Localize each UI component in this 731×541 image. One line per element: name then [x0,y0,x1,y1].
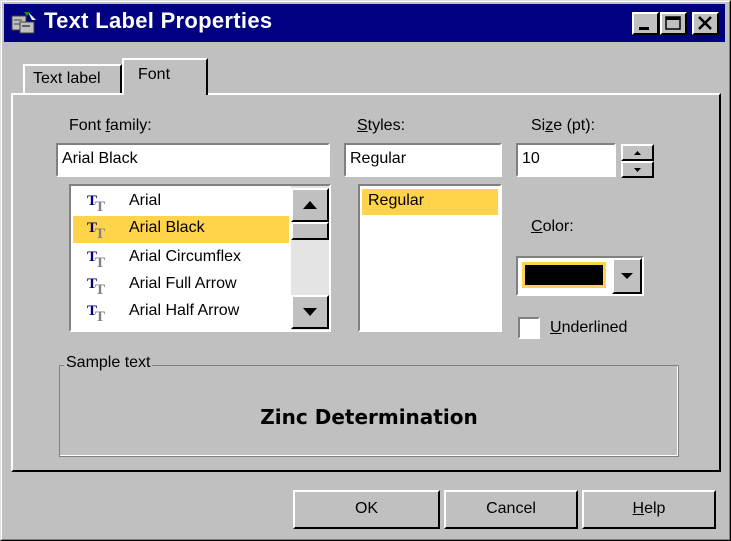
font-list-item-label: Arial Circumflex [129,248,242,265]
minimize-button[interactable] [632,12,659,35]
minimize-icon [639,27,649,30]
truetype-icon: TT [87,303,105,323]
color-select-highlight [522,262,606,288]
size-input[interactable]: 10 [516,143,616,177]
size-label-prefix: Si [531,117,546,134]
ok-button-label: OK [354,500,379,517]
sample-text-preview: Zinc Determination [260,405,478,429]
tab-font-label: Font [138,66,171,83]
chevron-down-icon [621,273,633,279]
help-button[interactable]: Help [582,490,716,529]
tab-text-label[interactable]: Text label [23,64,122,95]
scroll-thumb[interactable] [291,222,329,240]
arrow-down-icon [303,308,317,316]
font-family-list[interactable]: TT Arial TT Arial Black TT Arial Circumf… [69,184,331,332]
cancel-button-label: Cancel [486,500,536,517]
styles-label: Styles: [357,117,405,135]
underlined-checkbox[interactable] [518,317,540,339]
svg-text:T: T [95,282,105,296]
arrow-up-icon [303,201,317,209]
sample-text-group-label: Sample text [64,354,153,372]
svg-text:T: T [95,255,105,269]
size-label: Size (pt): [531,117,595,135]
truetype-icon: TT [87,276,105,296]
color-label-suffix: olor: [542,218,574,235]
styles-value: Regular [350,150,407,167]
font-list-item-label: Arial Black [129,219,205,236]
font-list-item[interactable]: TT Arial Full Arrow [73,272,289,299]
color-label: Color: [531,218,574,236]
font-list-item[interactable]: TT Arial [73,189,289,216]
svg-text:T: T [95,309,105,323]
font-list-item-label: Arial [129,192,162,209]
styles-input[interactable]: Regular [344,143,502,177]
font-family-input[interactable]: Arial Black [56,143,330,177]
styles-list-item-selected[interactable]: Regular [362,189,498,215]
font-family-value: Arial Black [62,150,138,167]
help-button-label: elp [644,500,666,517]
scroll-down-button[interactable] [291,295,329,329]
maximize-button[interactable] [660,12,687,35]
size-value: 10 [522,150,540,167]
app-icon [11,12,36,34]
truetype-icon: TT [87,220,105,240]
ok-button[interactable]: OK [293,490,440,529]
scroll-up-button[interactable] [291,188,329,222]
font-list-item[interactable]: TT Arial Circumflex [73,245,289,272]
styles-list[interactable]: Regular [358,184,502,332]
text-label-properties-dialog: Text Label Properties Text label Font Fo… [0,0,731,541]
svg-text:T: T [95,199,105,213]
styles-label-mnemonic: S [357,117,368,134]
font-family-label-suffix: amily: [109,117,152,134]
tab-joint [124,92,206,95]
size-label-suffix: e (pt): [553,117,596,134]
title-bar[interactable]: Text Label Properties [4,4,725,42]
tab-font[interactable]: Font [122,58,208,95]
size-spin-down-button[interactable] [621,161,654,178]
color-select[interactable] [516,256,644,296]
maximize-icon [665,16,681,30]
color-dropdown-button[interactable] [612,258,642,294]
font-list-item-label: Arial Full Arrow [129,275,237,292]
font-list-item-label: Arial Half Arrow [129,302,240,319]
spin-down-icon [634,168,641,172]
svg-text:T: T [95,226,105,240]
color-swatch [525,265,603,285]
styles-list-item-label: Regular [368,192,425,209]
spin-up-icon [634,151,641,155]
size-spin-up-button[interactable] [621,144,654,161]
font-list-scrollbar[interactable] [291,186,329,330]
tab-text-label-label: Text label [33,70,101,87]
underlined-label-suffix: nderlined [561,319,628,336]
window-title: Text Label Properties [44,8,273,33]
help-button-mnemonic: H [632,500,645,517]
cancel-button[interactable]: Cancel [444,490,578,529]
truetype-icon: TT [87,193,105,213]
close-button[interactable] [692,12,719,35]
font-family-label-prefix: Font [69,117,106,134]
truetype-icon: TT [87,249,105,269]
close-icon [698,16,712,30]
font-list-item[interactable]: TT Arial Half Arrow [73,299,289,326]
underlined-label[interactable]: Underlined [550,319,627,337]
styles-label-suffix: tyles: [367,117,406,134]
font-family-label: Font family: [69,117,152,135]
font-list-item-selected[interactable]: TT Arial Black [73,216,289,243]
underlined-label-mnemonic: U [550,319,562,336]
color-label-mnemonic: C [531,218,543,235]
